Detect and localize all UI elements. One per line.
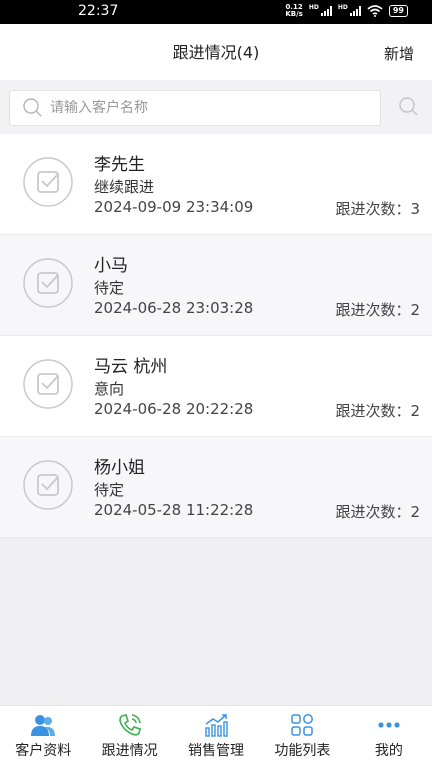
search-button-icon[interactable] — [398, 96, 420, 118]
wifi-icon — [367, 5, 383, 17]
bottom-tab-bar: 客户资料 跟进情况 销售管理 功能列表 我的 — [0, 705, 432, 768]
search-box — [9, 90, 381, 126]
followup-status: 意向 — [94, 380, 125, 398]
status-bar: 22:37 0.12 KB/s HD HD 99 — [0, 0, 432, 24]
followup-count: 跟进次数：3 — [335, 200, 420, 218]
followup-datetime: 2024-09-09 23:34:09 — [94, 198, 254, 216]
status-icons: 0.12 KB/s HD HD 99 — [285, 4, 408, 18]
bar-chart-icon — [205, 714, 228, 737]
tab-customer-info[interactable]: 客户资料 — [0, 706, 86, 768]
hd-label-2: HD — [337, 4, 348, 11]
tab-sales-management[interactable]: 销售管理 — [173, 706, 259, 768]
tab-followup[interactable]: 跟进情况 — [86, 706, 172, 768]
tab-function-list[interactable]: 功能列表 — [259, 706, 345, 768]
tab-label: 销售管理 — [188, 743, 245, 759]
tab-label: 跟进情况 — [101, 743, 158, 759]
customer-name: 杨小姐 — [94, 458, 145, 478]
customer-name: 马云 杭州 — [94, 357, 168, 377]
search-input[interactable] — [50, 91, 370, 125]
customer-name: 李先生 — [94, 155, 145, 175]
add-button[interactable]: 新增 — [384, 43, 414, 64]
tab-label: 我的 — [374, 743, 403, 759]
users-icon — [31, 715, 56, 736]
followup-status: 继续跟进 — [94, 178, 155, 196]
checked-circle-icon — [23, 157, 73, 207]
followup-datetime: 2024-05-28 11:22:28 — [94, 501, 254, 519]
signal-icon — [320, 6, 332, 16]
phone-icon — [118, 714, 141, 736]
tab-label: 功能列表 — [274, 743, 331, 759]
search-icon — [23, 98, 42, 117]
status-time: 22:37 — [78, 3, 119, 19]
page-title: 跟进情况(4) — [172, 43, 260, 62]
checked-circle-icon — [23, 258, 73, 308]
followup-list: 李先生 继续跟进 2024-09-09 23:34:09 跟进次数：3 小马 待… — [0, 134, 432, 538]
followup-status: 待定 — [94, 279, 125, 297]
checked-circle-icon — [23, 359, 73, 409]
list-item[interactable]: 杨小姐 待定 2024-05-28 11:22:28 跟进次数：2 — [0, 437, 432, 538]
followup-datetime: 2024-06-28 23:03:28 — [94, 299, 254, 317]
customer-name: 小马 — [94, 256, 128, 276]
followup-status: 待定 — [94, 481, 125, 499]
followup-count: 跟进次数：2 — [335, 301, 420, 319]
tab-mine[interactable]: 我的 — [346, 706, 432, 768]
grid-icon — [291, 714, 314, 736]
list-item[interactable]: 马云 杭州 意向 2024-06-28 20:22:28 跟进次数：2 — [0, 336, 432, 437]
list-item[interactable]: 小马 待定 2024-06-28 23:03:28 跟进次数：2 — [0, 235, 432, 336]
tab-label: 客户资料 — [15, 743, 72, 759]
page-header: 跟进情况(4) 新增 — [0, 24, 432, 80]
battery-icon: 99 — [388, 5, 408, 17]
more-icon — [378, 722, 400, 728]
followup-count: 跟进次数：2 — [335, 503, 420, 521]
list-item[interactable]: 李先生 继续跟进 2024-09-09 23:34:09 跟进次数：3 — [0, 134, 432, 235]
followup-datetime: 2024-06-28 20:22:28 — [94, 400, 254, 418]
search-bar — [0, 80, 432, 136]
hd-label-1: HD — [308, 4, 319, 11]
network-speed: 0.12 KB/s — [285, 4, 302, 18]
signal-icon-2 — [349, 6, 361, 16]
followup-count: 跟进次数：2 — [335, 402, 420, 420]
network-speed-unit: KB/s — [285, 10, 303, 18]
checked-circle-icon — [23, 460, 73, 510]
